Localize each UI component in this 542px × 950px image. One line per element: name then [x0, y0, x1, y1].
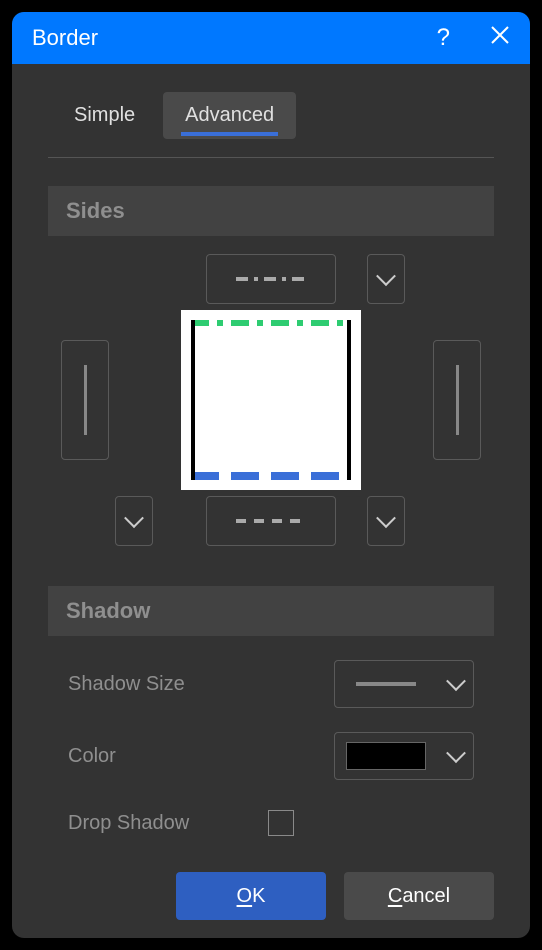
chevron-down-icon	[376, 266, 396, 286]
section-sides: Sides	[48, 186, 494, 546]
bottom-border-style-button[interactable]	[206, 496, 336, 546]
vertical-line-icon	[456, 365, 459, 435]
top-border-style-button[interactable]	[206, 254, 336, 304]
border-dialog: Border ? Simple Advanced Sides	[12, 12, 530, 938]
left-border-style-button[interactable]	[61, 340, 109, 460]
sides-grid	[48, 254, 494, 546]
chevron-down-icon	[446, 671, 466, 691]
shadow-color-row: Color	[68, 732, 474, 780]
drop-shadow-row: Drop Shadow	[68, 810, 474, 836]
preview-top-border	[191, 320, 351, 326]
dialog-title: Border	[32, 25, 437, 51]
tab-bar: Simple Advanced	[12, 64, 530, 139]
close-icon[interactable]	[490, 24, 510, 52]
help-icon[interactable]: ?	[437, 24, 450, 52]
preview-bottom-border	[191, 472, 351, 480]
section-shadow: Shadow Shadow Size Color Drop Shadow	[48, 586, 494, 836]
section-sides-header: Sides	[48, 186, 494, 236]
preview-left-border	[191, 320, 195, 480]
shadow-color-label: Color	[68, 745, 334, 768]
chevron-down-icon	[124, 508, 144, 528]
cancel-accesskey: C	[388, 885, 402, 907]
tab-advanced[interactable]: Advanced	[163, 92, 296, 139]
vertical-line-icon	[84, 365, 87, 435]
border-preview	[181, 310, 361, 490]
ok-button[interactable]: OK	[176, 872, 326, 920]
divider	[48, 157, 494, 158]
tab-simple[interactable]: Simple	[52, 92, 157, 139]
drop-shadow-checkbox[interactable]	[268, 810, 294, 836]
ok-button-rest: K	[252, 885, 265, 907]
line-thickness-icon	[356, 682, 416, 686]
ok-accesskey: O	[237, 885, 253, 907]
right-border-style-button[interactable]	[433, 340, 481, 460]
color-swatch	[346, 742, 426, 770]
section-shadow-header: Shadow	[48, 586, 494, 636]
titlebar: Border ?	[12, 12, 530, 64]
cancel-button-rest: ancel	[402, 885, 450, 907]
right-border-dropdown[interactable]	[367, 496, 405, 546]
preview-right-border	[347, 320, 351, 480]
chevron-down-icon	[446, 743, 466, 763]
left-border-dropdown[interactable]	[115, 496, 153, 546]
dialog-footer: OK Cancel	[176, 872, 494, 920]
cancel-button[interactable]: Cancel	[344, 872, 494, 920]
shadow-size-label: Shadow Size	[68, 673, 334, 696]
shadow-size-combo[interactable]	[334, 660, 474, 708]
drop-shadow-label: Drop Shadow	[68, 812, 268, 835]
shadow-size-row: Shadow Size	[68, 660, 474, 708]
chevron-down-icon	[376, 508, 396, 528]
shadow-color-combo[interactable]	[334, 732, 474, 780]
top-border-dropdown[interactable]	[367, 254, 405, 304]
